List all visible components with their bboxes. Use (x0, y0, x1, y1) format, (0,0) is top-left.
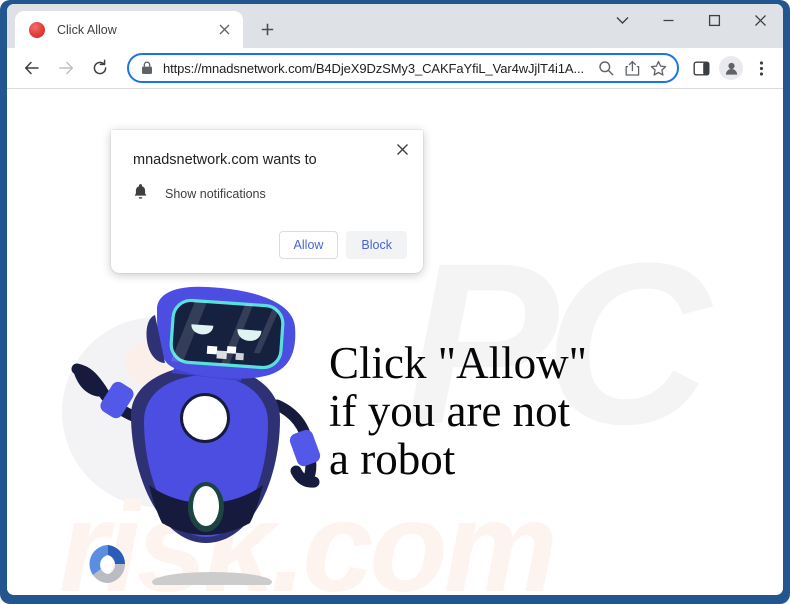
search-icon[interactable] (593, 55, 619, 81)
page-content: PC risk.com Click "Allow" if you are not… (7, 89, 783, 594)
back-button[interactable] (17, 53, 47, 83)
tab-search-button[interactable] (599, 4, 645, 37)
ecaptcha-logo-icon (89, 545, 126, 583)
chrome-menu-button[interactable] (747, 53, 775, 83)
window-controls (599, 4, 783, 48)
browser-tab[interactable]: Click Allow (15, 11, 243, 48)
bell-icon (133, 183, 148, 205)
person-glyph (725, 62, 737, 75)
reload-icon (93, 59, 107, 75)
chevron-down-icon (616, 17, 628, 24)
share-icon[interactable] (619, 55, 645, 81)
bookmark-star-icon[interactable] (645, 55, 671, 81)
forward-arrow-icon (59, 61, 74, 75)
robot-illustration (71, 286, 321, 592)
page-headline: Click "Allow" if you are not a robot (329, 338, 587, 484)
close-window-button[interactable] (737, 4, 783, 37)
maximize-button[interactable] (691, 4, 737, 37)
browser-toolbar: https://mnadsnetwork.com/B4DjeX9DzSMy3_C… (7, 48, 783, 89)
maximize-icon (708, 14, 720, 27)
side-panel-button[interactable] (687, 53, 715, 83)
minimize-button[interactable] (645, 4, 691, 37)
reload-button[interactable] (85, 53, 115, 83)
tab-title: Click Allow (57, 22, 117, 37)
ecaptcha-branding: E-CAPTCHA (77, 541, 139, 594)
close-icon (396, 143, 408, 155)
side-panel-icon (693, 61, 710, 76)
star-glyph (650, 60, 666, 76)
address-bar[interactable]: https://mnadsnetwork.com/B4DjeX9DzSMy3_C… (127, 53, 679, 83)
bell-glyph (134, 184, 147, 199)
popup-actions: Allow Block (133, 231, 407, 259)
lock-glyph (142, 61, 152, 74)
red-circle-favicon-icon (29, 21, 45, 38)
forward-button[interactable] (51, 53, 81, 83)
close-glyph (219, 24, 229, 35)
close-window-icon (754, 15, 766, 26)
magnifier-glyph (599, 61, 614, 76)
browser-window-frame: Click Allow https://mnadsnetwork.com/B4D… (0, 0, 790, 604)
allow-button[interactable]: Allow (278, 231, 339, 259)
back-arrow-icon (24, 61, 39, 75)
new-tab-button[interactable] (252, 14, 282, 44)
three-dot-menu-icon (759, 60, 763, 76)
close-tab-icon[interactable] (213, 19, 235, 41)
share-glyph (625, 60, 639, 76)
block-button[interactable]: Block (346, 231, 407, 259)
close-popup-button[interactable] (391, 138, 413, 160)
url-text: https://mnadsnetwork.com/B4DjeX9DzSMy3_C… (163, 60, 584, 76)
lock-icon[interactable] (141, 61, 153, 75)
permission-row: Show notifications (133, 183, 407, 205)
browser-window: Click Allow https://mnadsnetwork.com/B4D… (7, 4, 783, 595)
minimize-icon (663, 19, 673, 22)
permission-label: Show notifications (165, 187, 266, 201)
profile-button[interactable] (717, 53, 745, 83)
profile-avatar-icon (719, 56, 743, 80)
notification-permission-popup: mnadsnetwork.com wants to Show notificat… (111, 130, 423, 273)
tab-strip: Click Allow (7, 4, 783, 48)
plus-icon (261, 23, 273, 35)
popup-title: mnadsnetwork.com wants to (133, 152, 317, 168)
